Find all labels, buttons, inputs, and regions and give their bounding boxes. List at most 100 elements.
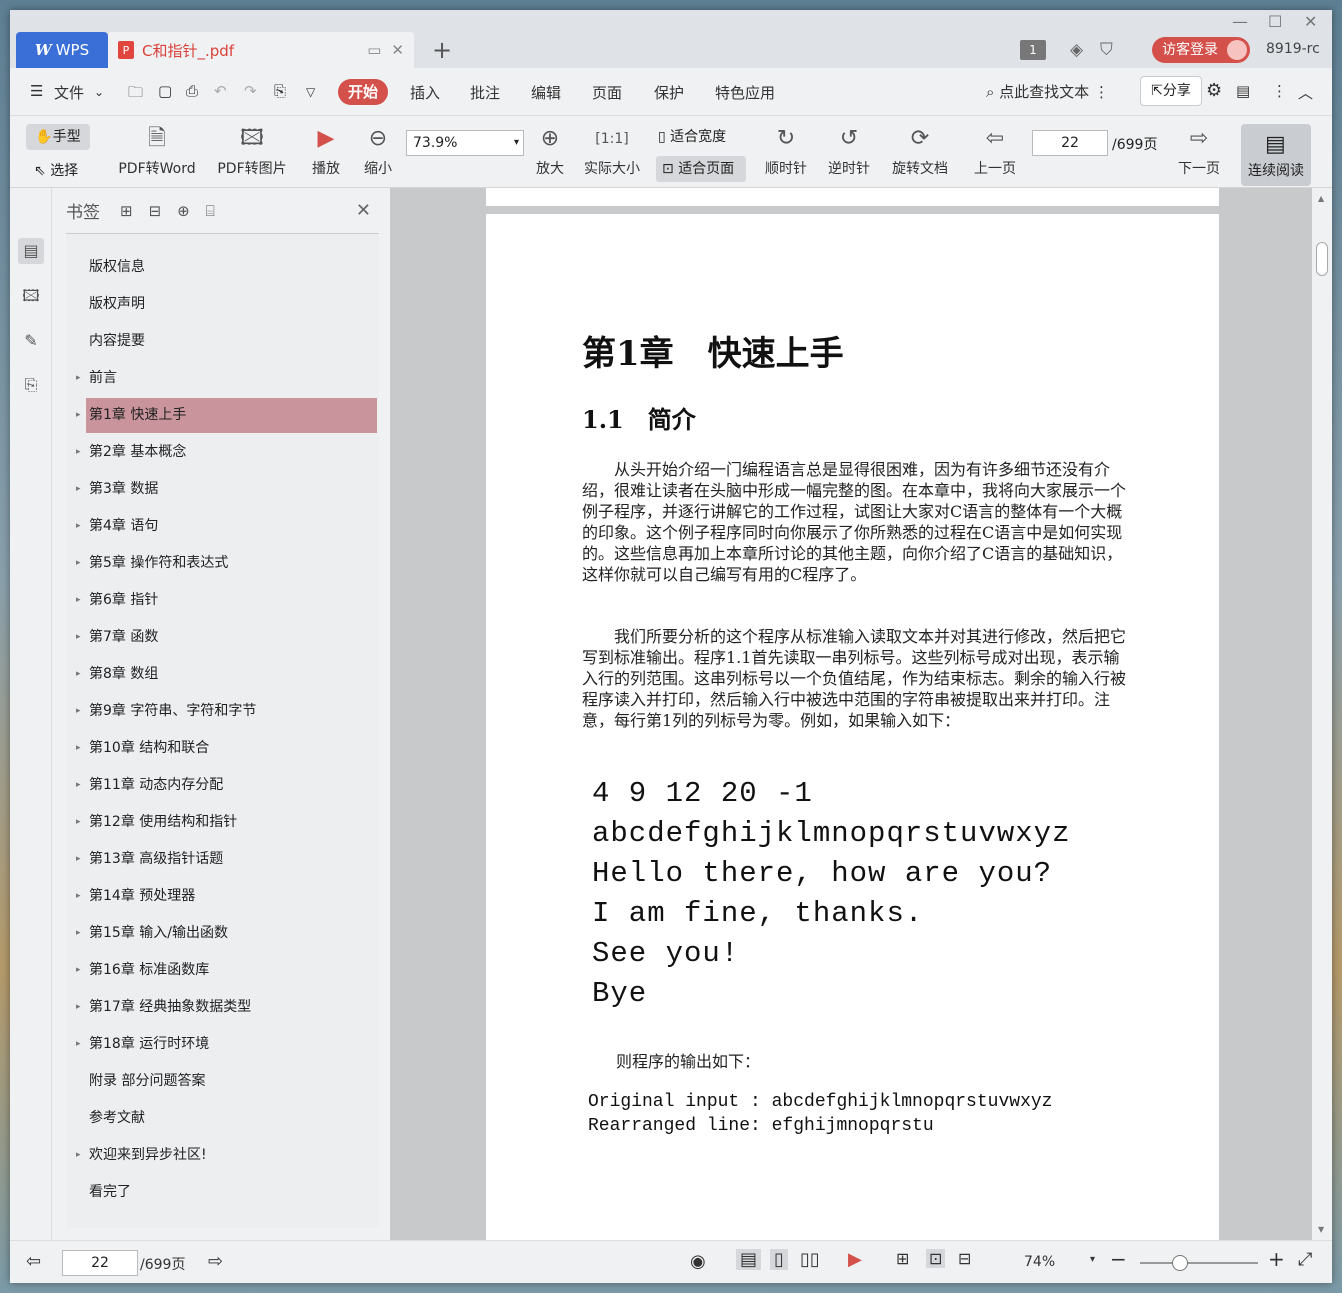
bookmark-item[interactable]: 参考文献 — [86, 1101, 377, 1136]
expand-arrow-icon[interactable]: ▸ — [76, 435, 81, 470]
play-button[interactable]: ▶ 播放 — [306, 124, 346, 178]
bookmark-item[interactable]: ▸ 第13章 高级指针话题 — [76, 842, 377, 877]
skin-icon[interactable]: ◈ — [1070, 40, 1083, 60]
expand-arrow-icon[interactable]: ▸ — [76, 472, 81, 507]
bookmark-item[interactable]: ▸ 第6章 指针 — [76, 583, 377, 618]
menu-edit[interactable]: 编辑 — [531, 82, 561, 103]
bookmark-item[interactable]: ▸ 第17章 经典抽象数据类型 — [76, 990, 377, 1025]
expand-arrow-icon[interactable]: ▸ — [76, 805, 81, 840]
dual-page-icon[interactable]: ▯▯ — [800, 1249, 820, 1270]
pdf-to-image-button[interactable]: 🖾 PDF转图片 — [214, 124, 290, 178]
collapse-all-icon[interactable]: ⊟ — [149, 202, 162, 220]
menu-special[interactable]: 特色应用 — [715, 82, 775, 103]
gear-icon[interactable]: ⚙ — [1206, 80, 1222, 101]
bookmark-item[interactable]: 版权声明 — [86, 287, 377, 322]
select-tool-button[interactable]: ⇖ 选择 — [34, 160, 78, 180]
zoom-select[interactable]: 73.9% ▾ — [406, 130, 524, 156]
bookmark-item[interactable]: ▸ 第11章 动态内存分配 — [76, 768, 377, 803]
bookmark-item[interactable]: ▸ 第14章 预处理器 — [76, 879, 377, 914]
bookmark-item[interactable]: ▸ 第18章 运行时环境 — [76, 1027, 377, 1062]
window-count-badge[interactable]: 1 — [1020, 40, 1046, 60]
menu-start[interactable]: 开始 — [338, 79, 388, 105]
scroll-down-icon[interactable]: ▼ — [1318, 1225, 1324, 1234]
bookmark-panel-icon[interactable]: ▤ — [18, 238, 44, 264]
expand-arrow-icon[interactable]: ▸ — [76, 768, 81, 803]
play-icon[interactable]: ▶ — [848, 1249, 862, 1270]
next-page-button[interactable]: ⇨ 下一页 — [1174, 124, 1224, 178]
expand-arrow-icon[interactable]: ▸ — [76, 583, 81, 618]
bookmark-item[interactable]: ▸ 第9章 字符串、字符和字节 — [76, 694, 377, 729]
actual-size-icon[interactable]: ⊞ — [896, 1249, 909, 1268]
redo-icon[interactable]: ↷ — [244, 82, 257, 100]
bookmark-item[interactable]: ▸ 第1章 快速上手 — [76, 398, 377, 433]
expand-arrow-icon[interactable]: ▸ — [76, 916, 81, 951]
continuous-view-icon[interactable]: ▤ — [736, 1249, 762, 1270]
zoom-in-button[interactable]: ⊕ 放大 — [530, 124, 570, 178]
bookmark-item[interactable]: ▸ 第2章 基本概念 — [76, 435, 377, 470]
comment-icon[interactable]: ▤ — [1236, 82, 1250, 100]
undo-icon[interactable]: ↶ — [214, 82, 227, 100]
bookmark-options-icon[interactable]: ⌸ — [206, 202, 215, 220]
bookmark-item[interactable]: ▸ 第10章 结构和联合 — [76, 731, 377, 766]
bookmark-item[interactable]: ▸ 第16章 标准函数库 — [76, 953, 377, 988]
document-tab[interactable]: P C和指针_.pdf ▭ ✕ — [108, 32, 414, 68]
expand-arrow-icon[interactable]: ▸ — [76, 879, 81, 914]
shirt-icon[interactable]: ⛉ — [1100, 40, 1113, 60]
document-viewport[interactable]: 第1章 快速上手 1.1 简介 从头开始介绍一门编程语言总是显得很困难，因为有许… — [390, 188, 1312, 1240]
fit-width-button[interactable]: ▯ 适合宽度 — [658, 126, 726, 146]
expand-arrow-icon[interactable]: ▸ — [76, 953, 81, 988]
menu-insert[interactable]: 插入 — [410, 82, 440, 103]
expand-arrow-icon[interactable]: ▸ — [76, 398, 81, 433]
zoom-in-icon[interactable]: + — [1268, 1247, 1285, 1271]
print-icon[interactable]: ⎙ — [186, 82, 198, 100]
vertical-scrollbar[interactable]: ▲ ▼ — [1312, 188, 1332, 1240]
hamburger-icon[interactable]: ☰ — [30, 82, 43, 100]
zoom-dropdown-icon[interactable]: ▾ — [1090, 1254, 1095, 1265]
thumbnail-panel-icon[interactable]: 🖾 — [18, 283, 44, 309]
zoom-slider-knob[interactable] — [1172, 1255, 1188, 1271]
rotate-doc-button[interactable]: ⟳ 旋转文档 — [888, 124, 952, 178]
bookmark-item[interactable]: ▸ 第5章 操作符和表达式 — [76, 546, 377, 581]
expand-all-icon[interactable]: ⊞ — [120, 202, 133, 220]
fit-width-icon[interactable]: ⊟ — [958, 1249, 971, 1268]
collapse-ribbon-icon[interactable]: ︿ — [1298, 82, 1313, 103]
expand-arrow-icon[interactable]: ▸ — [76, 509, 81, 544]
menu-page[interactable]: 页面 — [592, 82, 622, 103]
bookmark-item[interactable]: ▸ 第12章 使用结构和指针 — [76, 805, 377, 840]
minimize-icon[interactable]: — — [1232, 12, 1248, 31]
bookmark-item[interactable]: 版权信息 — [86, 250, 377, 285]
export-icon[interactable]: ⎘ — [274, 82, 286, 100]
pdf-to-word-button[interactable]: 🗎 PDF转Word — [114, 124, 200, 178]
new-tab-button[interactable]: + — [432, 36, 452, 64]
search-text-field[interactable]: ⌕ 点此查找文本 ⋮ — [986, 81, 1109, 102]
close-window-icon[interactable]: ✕ — [1304, 12, 1317, 31]
save-icon[interactable]: ▢ — [158, 82, 172, 100]
expand-arrow-icon[interactable]: ▸ — [76, 990, 81, 1025]
expand-arrow-icon[interactable]: ▸ — [76, 620, 81, 655]
attachment-panel-icon[interactable]: ⎘ — [18, 372, 44, 398]
close-sidebar-icon[interactable]: ✕ — [356, 200, 371, 221]
bookmark-item[interactable]: ▸ 第15章 输入/输出函数 — [76, 916, 377, 951]
annotation-panel-icon[interactable]: ✎ — [18, 328, 44, 354]
menu-protect[interactable]: 保护 — [654, 82, 684, 103]
expand-arrow-icon[interactable]: ▸ — [76, 1138, 81, 1173]
bookmark-item[interactable]: ▸ 欢迎来到异步社区! — [76, 1138, 377, 1173]
zoom-level[interactable]: 74% — [1024, 1254, 1055, 1270]
expand-arrow-icon[interactable]: ▸ — [76, 731, 81, 766]
page-number-input[interactable]: 22 — [1032, 130, 1108, 156]
open-folder-icon[interactable]: 🗀 — [128, 82, 143, 107]
rotate-cw-button[interactable]: ↻ 顺时针 — [762, 124, 810, 178]
expand-arrow-icon[interactable]: ▸ — [76, 657, 81, 692]
bookmark-item[interactable]: 附录 部分问题答案 — [86, 1064, 377, 1099]
bookmark-item[interactable]: ▸ 前言 — [76, 361, 377, 396]
bookmark-item[interactable]: ▸ 第7章 函数 — [76, 620, 377, 655]
close-tab-icon[interactable]: ✕ — [391, 41, 404, 59]
continuous-read-button[interactable]: ▤ 连续阅读 — [1241, 124, 1311, 186]
bookmark-item[interactable]: 内容提要 — [86, 324, 377, 359]
fit-page-button[interactable]: ⊡ 适合页面 — [656, 156, 746, 182]
share-button[interactable]: ⇱分享 — [1140, 76, 1202, 106]
expand-arrow-icon[interactable]: ▸ — [76, 546, 81, 581]
add-bookmark-icon[interactable]: ⊕ — [177, 202, 190, 220]
menu-annotate[interactable]: 批注 — [470, 82, 500, 103]
expand-arrow-icon[interactable]: ▸ — [76, 694, 81, 729]
